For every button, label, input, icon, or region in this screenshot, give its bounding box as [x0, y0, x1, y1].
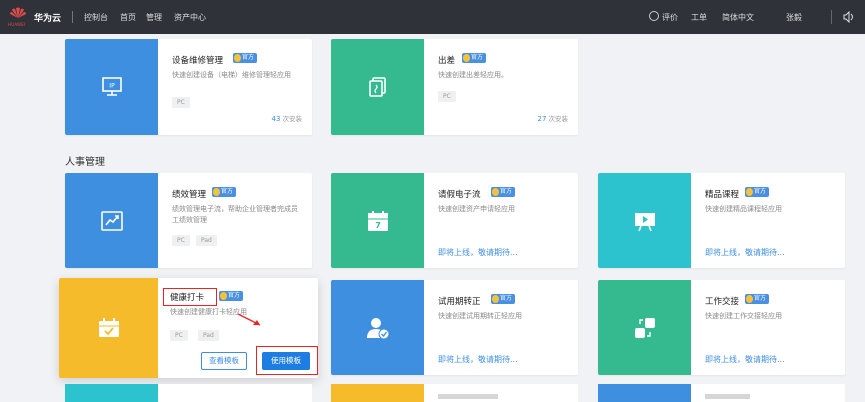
- official-badge: 官方: [491, 187, 516, 197]
- app-card[interactable]: 工作交接 官方 快速创建工作交接轻应用 即将上线，敬请期待...: [598, 280, 845, 375]
- card-description: 绩效管理电子流，帮助企业管理者完成员工绩效管理: [172, 205, 298, 224]
- card-description: 快速创建出差轻应用。: [438, 71, 508, 79]
- card-thumbnail: IP: [65, 39, 158, 135]
- app-card[interactable]: IP 设备维修管理 官方 快速创建设备（电梯）维修管理轻应用 PC 43 次安装: [65, 39, 312, 135]
- install-count-unit: 次安装: [282, 115, 303, 123]
- install-count-number: 27: [537, 115, 547, 123]
- card-title-placeholder: [438, 394, 498, 399]
- annotation-arrow-icon: [237, 313, 261, 326]
- user-check-icon: [366, 317, 389, 339]
- card-thumbnail: [331, 39, 424, 135]
- official-badge: 官方: [212, 187, 237, 197]
- nav-console[interactable]: 控制台: [84, 12, 108, 23]
- card-description: 快速创建工作交接轻应用: [705, 312, 782, 320]
- app-card[interactable]: 试用期转正 官方 快速创建试用期转正轻应用 即将上线，敬请期待...: [331, 280, 578, 375]
- card-title: 精品课程: [705, 190, 740, 200]
- card-thumbnail: [59, 278, 158, 378]
- brand-subtext: HUAWEI: [8, 22, 26, 27]
- trend-chart-icon: [100, 210, 123, 231]
- app-card-partial[interactable]: [598, 384, 845, 402]
- app-card-partial[interactable]: [331, 384, 578, 402]
- app-card[interactable]: 绩效管理 官方 绩效管理电子流，帮助企业管理者完成员工绩效管理 PC Pad: [65, 173, 312, 268]
- card-title: 请假电子流: [438, 190, 481, 200]
- card-title: 出差: [438, 56, 456, 66]
- huawei-logo-icon[interactable]: [10, 7, 26, 19]
- highlight-box: [256, 346, 318, 375]
- speaker-icon[interactable]: [843, 11, 855, 23]
- top-navbar: HUAWEI 华为云 控制台 首页 管理 资产中心 评价 工单 简体中文 张毅: [0, 0, 865, 34]
- brand-name[interactable]: 华为云: [34, 11, 61, 24]
- svg-text:7: 7: [375, 221, 381, 230]
- feedback-link[interactable]: 评价: [662, 12, 678, 23]
- divider: [831, 10, 832, 24]
- calendar-check-icon: [98, 318, 119, 337]
- platform-tag: PC: [172, 235, 190, 246]
- calendar-icon: 7: [367, 210, 388, 231]
- computer-ip-icon: IP: [101, 77, 122, 96]
- card-thumbnail: [65, 384, 158, 402]
- official-badge: 官方: [462, 53, 487, 63]
- coming-soon-text: 即将上线，敬请期待...: [438, 355, 518, 364]
- official-badge: 官方: [219, 291, 244, 301]
- install-count: 43 次安装: [272, 113, 303, 123]
- platform-tag: Pad: [198, 330, 219, 341]
- install-count-unit: 次安装: [548, 115, 569, 123]
- section-title: 人事管理: [65, 157, 105, 168]
- language-selector[interactable]: 简体中文: [722, 12, 754, 23]
- card-description: 快速创建设备（电梯）维修管理轻应用: [172, 71, 291, 79]
- handover-icon: [634, 317, 655, 338]
- smile-icon[interactable]: [649, 11, 659, 21]
- app-card[interactable]: 精品课程 官方 快速创建精品课程轻应用 即将上线，敬请期待...: [598, 173, 845, 268]
- card-title: 绩效管理: [172, 190, 207, 200]
- official-badge: 官方: [233, 53, 258, 63]
- card-thumbnail: 7: [331, 173, 424, 268]
- card-title: 设备维修管理: [172, 56, 224, 66]
- card-thumbnail: [331, 384, 424, 402]
- coming-soon-text: 即将上线，敬请期待...: [705, 248, 785, 257]
- coming-soon-text: 即将上线，敬请期待...: [438, 248, 518, 257]
- card-thumbnail: [598, 384, 691, 402]
- highlight-box: [163, 288, 217, 306]
- card-description: 快速创建健康打卡轻应用: [170, 308, 247, 316]
- nav-assets[interactable]: 资产中心: [174, 12, 206, 23]
- card-title: 工作交接: [705, 297, 740, 307]
- platform-tag: Pad: [196, 235, 217, 246]
- divider: [72, 11, 73, 23]
- install-count-number: 43: [271, 115, 281, 123]
- platform-tag: PC: [438, 91, 456, 102]
- app-card[interactable]: 7 请假电子流 官方 快速创建资产申请轻应用 即将上线，敬请期待...: [331, 173, 578, 268]
- card-title-placeholder: [705, 394, 750, 399]
- nav-manage[interactable]: 管理: [146, 12, 162, 23]
- card-title: 试用期转正: [438, 297, 481, 307]
- card-thumbnail: [598, 173, 691, 268]
- tickets-link[interactable]: 工单: [691, 12, 707, 23]
- card-description: 快速创建试用期转正轻应用: [438, 312, 522, 320]
- card-thumbnail: [65, 173, 158, 268]
- card-thumbnail: [598, 280, 691, 375]
- view-template-button[interactable]: 查看模板: [201, 352, 247, 370]
- official-badge: 官方: [745, 187, 770, 197]
- card-description: 快速创建资产申请轻应用: [438, 205, 515, 213]
- official-badge: 官方: [491, 294, 516, 304]
- platform-tag: PC: [170, 330, 188, 341]
- presentation-icon: [634, 212, 655, 231]
- card-description: 快速创建精品课程轻应用: [705, 205, 782, 213]
- svg-text:IP: IP: [109, 83, 115, 90]
- nav-home[interactable]: 首页: [120, 12, 136, 23]
- card-thumbnail: [331, 280, 424, 375]
- official-badge: 官方: [745, 294, 770, 304]
- app-card-partial[interactable]: [65, 384, 312, 402]
- document-copy-icon: [368, 77, 386, 97]
- platform-tag: PC: [172, 97, 190, 108]
- app-card[interactable]: 出差 官方 快速创建出差轻应用。 PC 27 次安装: [331, 39, 578, 135]
- coming-soon-text: 即将上线，敬请期待...: [705, 355, 785, 364]
- user-menu[interactable]: 张毅: [786, 12, 802, 23]
- install-count: 27 次安装: [538, 113, 569, 123]
